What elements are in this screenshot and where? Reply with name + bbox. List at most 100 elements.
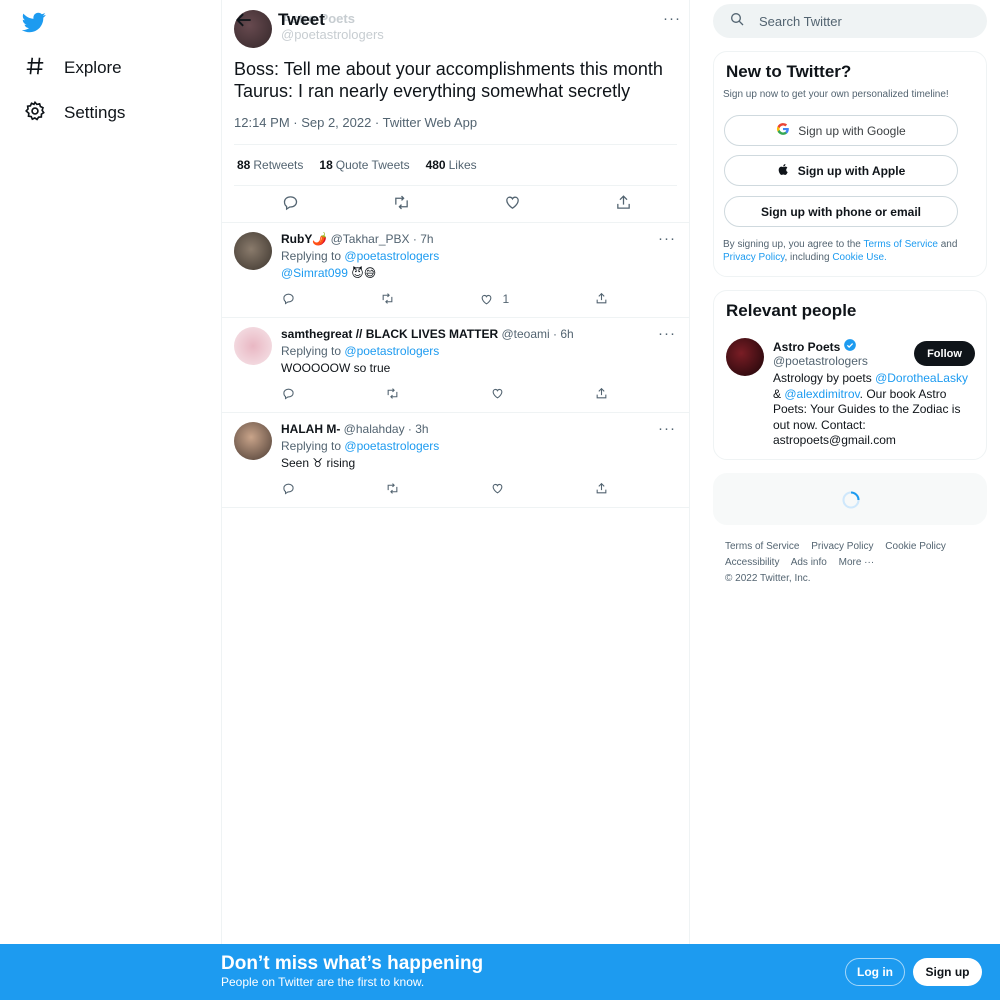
- loading-card: [713, 473, 987, 525]
- google-signup-label: Sign up with Google: [798, 123, 906, 138]
- tweet-stats: 88 Retweets 18 Quote Tweets 480 Likes: [237, 158, 477, 172]
- like-button[interactable]: 1: [480, 292, 510, 306]
- apple-signup-button[interactable]: Sign up with Apple: [724, 155, 958, 186]
- share-icon[interactable]: [615, 194, 632, 211]
- cookie-use-link[interactable]: Cookie Use.: [832, 252, 886, 263]
- back-button[interactable]: [234, 10, 254, 30]
- replying-to: Replying to @poetastrologers: [281, 439, 440, 453]
- reply-actions: [282, 387, 608, 400]
- replying-to-link[interactable]: @poetastrologers: [344, 344, 439, 358]
- reply-author-handle[interactable]: @Takhar_PBX: [331, 232, 410, 246]
- reply-author-name[interactable]: HALAH M-: [281, 422, 340, 436]
- search-input[interactable]: [759, 13, 959, 29]
- banner-title: Don’t miss what’s happening: [221, 953, 484, 974]
- reply-author-handle[interactable]: @teoami: [501, 327, 549, 341]
- more-icon[interactable]: ···: [658, 230, 676, 247]
- reply-icon[interactable]: [282, 194, 299, 211]
- divider: [222, 507, 690, 508]
- new-to-twitter-card: New to Twitter? Sign up now to get your …: [713, 51, 987, 277]
- footer-more-link[interactable]: More ···: [839, 557, 875, 568]
- gear-icon: [24, 100, 46, 127]
- apple-signup-label: Sign up with Apple: [797, 163, 906, 178]
- reply-time[interactable]: · 7h: [413, 232, 434, 246]
- quote-tweets-stat[interactable]: 18 Quote Tweets: [319, 158, 409, 172]
- more-icon[interactable]: ···: [658, 325, 676, 342]
- footer-copyright: © 2022 Twitter, Inc.: [725, 573, 811, 584]
- footer-ads-info-link[interactable]: Ads info: [791, 557, 827, 568]
- page-title: Tweet: [278, 10, 325, 29]
- search-box[interactable]: [713, 4, 987, 38]
- reply-tweet[interactable]: HALAH M- @halahday · 3h Replying to @poe…: [222, 412, 690, 507]
- avatar[interactable]: [726, 338, 764, 376]
- reply-icon[interactable]: [282, 292, 295, 305]
- nav-settings-label: Settings: [64, 103, 126, 122]
- like-count: 1: [502, 292, 510, 306]
- reply-header: HALAH M- @halahday · 3h: [281, 422, 429, 436]
- reply-time[interactable]: · 3h: [408, 422, 429, 436]
- twitter-bird-icon[interactable]: [21, 10, 50, 34]
- reply-icon[interactable]: [282, 387, 295, 400]
- reply-tweet[interactable]: samthegreat // BLACK LIVES MATTER @teoam…: [222, 317, 690, 412]
- divider: [234, 185, 677, 186]
- reply-text: Seen ♉ rising: [281, 456, 356, 470]
- footer-privacy-link[interactable]: Privacy Policy: [811, 541, 873, 552]
- retweet-icon[interactable]: [381, 292, 394, 305]
- bio-mention-link[interactable]: @DorotheaLasky: [875, 371, 968, 385]
- retweets-stat[interactable]: 88 Retweets: [237, 158, 303, 172]
- likes-stat[interactable]: 480 Likes: [426, 158, 477, 172]
- reply-tweet[interactable]: RubY🌶️ @Takhar_PBX · 7h Replying to @poe…: [222, 222, 690, 317]
- terms-link[interactable]: Terms of Service: [863, 239, 937, 250]
- reply-icon[interactable]: [282, 482, 295, 495]
- like-icon[interactable]: [480, 293, 493, 306]
- more-icon[interactable]: ···: [663, 10, 681, 27]
- nav-settings[interactable]: Settings: [24, 99, 125, 127]
- nav-explore[interactable]: Explore: [24, 54, 122, 82]
- phone-email-signup-button[interactable]: Sign up with phone or email: [724, 196, 958, 227]
- footer-terms-link[interactable]: Terms of Service: [725, 541, 799, 552]
- avatar[interactable]: [234, 232, 272, 270]
- footer-accessibility-link[interactable]: Accessibility: [725, 557, 779, 568]
- follow-button[interactable]: Follow: [914, 341, 975, 366]
- phone-email-signup-label: Sign up with phone or email: [760, 204, 921, 219]
- hashtag-icon: [24, 55, 46, 82]
- signup-banner: Don’t miss what’s happening People on Tw…: [0, 944, 1000, 1000]
- reply-time[interactable]: · 6h: [553, 327, 574, 341]
- verified-icon: [843, 338, 857, 355]
- retweet-icon[interactable]: [386, 482, 399, 495]
- google-icon: [776, 122, 790, 139]
- more-icon[interactable]: ···: [658, 420, 676, 437]
- share-icon[interactable]: [595, 387, 608, 400]
- tweet-timestamp[interactable]: 12:14 PM · Sep 2, 2022 · Twitter Web App: [234, 115, 477, 130]
- privacy-link[interactable]: Privacy Policy: [723, 252, 785, 263]
- replying-to-link[interactable]: @poetastrologers: [344, 249, 439, 263]
- avatar[interactable]: [234, 327, 272, 365]
- person-bio: Astrology by poets @DorotheaLasky & @ale…: [773, 371, 968, 447]
- reply-author-handle[interactable]: @halahday: [344, 422, 405, 436]
- bio-mention-link[interactable]: @alexdimitrov: [784, 387, 859, 401]
- person-name[interactable]: Astro Poets: [773, 340, 840, 354]
- footer-cookie-link[interactable]: Cookie Policy: [885, 541, 946, 552]
- mention-link[interactable]: @Simrat099: [281, 266, 348, 280]
- person-name-row[interactable]: Astro Poets: [773, 338, 857, 355]
- login-button[interactable]: Log in: [845, 958, 905, 986]
- share-icon[interactable]: [595, 292, 608, 305]
- google-signup-button[interactable]: Sign up with Google: [724, 115, 958, 146]
- avatar[interactable]: [234, 422, 272, 460]
- apple-icon: [777, 163, 790, 179]
- arrow-left-icon: [236, 13, 251, 27]
- person-handle[interactable]: @poetastrologers: [773, 354, 868, 368]
- reply-header: samthegreat // BLACK LIVES MATTER @teoam…: [281, 327, 574, 341]
- replying-to-link[interactable]: @poetastrologers: [344, 439, 439, 453]
- reply-actions: 1: [282, 292, 608, 306]
- like-icon[interactable]: [491, 387, 504, 400]
- like-icon[interactable]: [491, 482, 504, 495]
- retweet-icon[interactable]: [386, 387, 399, 400]
- share-icon[interactable]: [595, 482, 608, 495]
- like-icon[interactable]: [504, 194, 521, 211]
- loading-spinner-icon: [841, 490, 861, 515]
- reply-author-name[interactable]: RubY🌶️: [281, 232, 327, 246]
- card-title: Relevant people: [726, 301, 857, 320]
- reply-author-name[interactable]: samthegreat // BLACK LIVES MATTER: [281, 327, 498, 341]
- retweet-icon[interactable]: [393, 194, 410, 211]
- signup-button[interactable]: Sign up: [913, 958, 982, 986]
